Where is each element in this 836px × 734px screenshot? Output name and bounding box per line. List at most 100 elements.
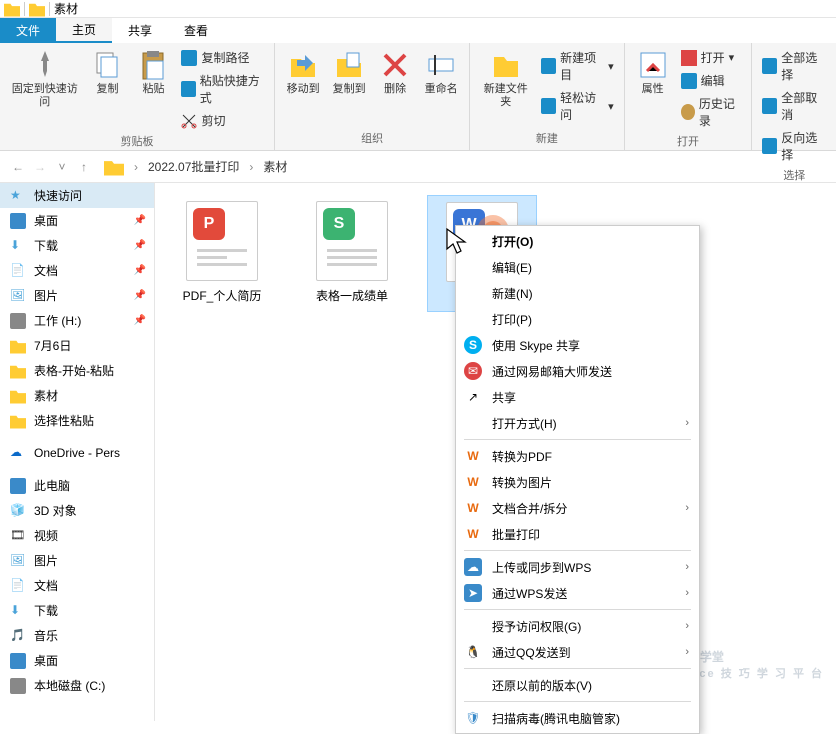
ctx-netease-send[interactable]: ✉通过网易邮箱大师发送 xyxy=(456,358,699,384)
ctx-restore-previous[interactable]: 还原以前的版本(V) xyxy=(456,672,699,698)
ctx-new[interactable]: 新建(N) xyxy=(456,280,699,306)
ribbon-group-clipboard: 固定到快速访问 复制 粘贴 复制路径 粘贴快捷方式 剪切 剪贴板 xyxy=(0,43,275,150)
pin-icon: 📌 xyxy=(134,315,146,326)
sidebar-item-folder[interactable]: 表格-开始-粘贴 xyxy=(0,358,154,383)
navigation-pane: ★ 快速访问 桌面📌 ⬇下载📌 📄文档📌 🖼图片📌 工作 (H:)📌 7月6日 … xyxy=(0,183,155,721)
ribbon-tabs: 文件 主页 共享 查看 xyxy=(0,18,836,43)
easyaccess-icon xyxy=(541,98,556,114)
wps-icon: W xyxy=(464,473,482,491)
recent-dropdown[interactable]: ˅ xyxy=(52,160,72,174)
ctx-to-image[interactable]: W转换为图片 xyxy=(456,469,699,495)
select-all-button[interactable]: 全部选择 xyxy=(760,47,828,85)
sidebar-item-desktop[interactable]: 桌面 xyxy=(0,648,154,673)
sidebar-item-pictures[interactable]: 🖼图片📌 xyxy=(0,283,154,308)
edit-button[interactable]: 编辑 xyxy=(679,70,744,91)
wps-icon: W xyxy=(464,525,482,543)
tab-view[interactable]: 查看 xyxy=(168,18,224,43)
history-button[interactable]: 历史记录 xyxy=(679,93,744,131)
sidebar-item-work-h[interactable]: 工作 (H:)📌 xyxy=(0,308,154,333)
ribbon-group-select: 全部选择 全部取消 反向选择 选择 xyxy=(752,43,836,150)
sidebar-item-folder[interactable]: 素材 xyxy=(0,383,154,408)
new-folder-button[interactable]: 新建文件夹 xyxy=(478,47,533,111)
new-item-button[interactable]: 新建项目 ▾ xyxy=(539,47,615,85)
copy-button[interactable]: 复制 xyxy=(87,47,127,98)
group-label-clipboard: 剪贴板 xyxy=(8,131,266,149)
sidebar-item-folder[interactable]: 选择性粘贴 xyxy=(0,408,154,433)
drive-icon xyxy=(10,678,26,694)
sidebar-item-localdisk-c[interactable]: 本地磁盘 (C:) xyxy=(0,673,154,698)
ctx-open[interactable]: 打开(O) xyxy=(456,228,699,254)
rename-icon xyxy=(425,49,457,81)
video-icon: 🎞 xyxy=(10,528,26,544)
tab-share[interactable]: 共享 xyxy=(112,18,168,43)
tab-home[interactable]: 主页 xyxy=(56,18,112,43)
ctx-virus-scan[interactable]: 🛡扫描病毒(腾讯电脑管家) xyxy=(456,705,699,731)
chevron-right-icon: › xyxy=(685,646,689,658)
sidebar-item-pictures[interactable]: 🖼图片 xyxy=(0,548,154,573)
rename-button[interactable]: 重命名 xyxy=(421,47,461,98)
netease-icon: ✉ xyxy=(464,362,482,380)
ctx-merge-split[interactable]: W文档合并/拆分› xyxy=(456,495,699,521)
newitem-icon xyxy=(541,58,556,74)
pin-icon xyxy=(29,49,61,81)
sidebar-item-documents[interactable]: 📄文档📌 xyxy=(0,258,154,283)
address-bar: ← → ˅ ↑ › 2022.07批量打印 › 素材 xyxy=(0,151,836,183)
open-button[interactable]: 打开 ▾ xyxy=(679,47,744,68)
paste-button[interactable]: 粘贴 xyxy=(133,47,173,98)
easy-access-button[interactable]: 轻松访问 ▾ xyxy=(539,87,615,125)
up-button[interactable]: ↑ xyxy=(74,160,94,174)
sidebar-item-downloads[interactable]: ⬇下载 xyxy=(0,598,154,623)
ctx-edit[interactable]: 编辑(E) xyxy=(456,254,699,280)
forward-button[interactable]: → xyxy=(30,160,50,174)
downloads-icon: ⬇ xyxy=(10,238,26,254)
ctx-print[interactable]: 打印(P) xyxy=(456,306,699,332)
file-label: PDF_个人简历 xyxy=(183,287,262,304)
group-label-open: 打开 xyxy=(633,131,744,149)
sidebar-item-videos[interactable]: 🎞视频 xyxy=(0,523,154,548)
pin-icon: 📌 xyxy=(134,290,146,301)
folder-icon xyxy=(4,1,20,17)
select-none-button[interactable]: 全部取消 xyxy=(760,87,828,125)
ctx-grant-access[interactable]: 授予访问权限(G)› xyxy=(456,613,699,639)
delete-button[interactable]: 删除 xyxy=(375,47,415,98)
properties-button[interactable]: 属性 xyxy=(633,47,673,98)
file-pdf-resume[interactable]: P PDF_个人简历 xyxy=(167,195,277,310)
ctx-qq-send[interactable]: 🐧通过QQ发送到› xyxy=(456,639,699,665)
separator xyxy=(464,550,691,551)
ctx-to-pdf[interactable]: W转换为PDF xyxy=(456,443,699,469)
sidebar-item-downloads[interactable]: ⬇下载📌 xyxy=(0,233,154,258)
sidebar-onedrive[interactable]: ☁OneDrive - Pers xyxy=(0,441,154,465)
sidebar-quick-access[interactable]: ★ 快速访问 xyxy=(0,183,154,208)
sidebar-item-desktop[interactable]: 桌面📌 xyxy=(0,208,154,233)
sidebar-this-pc[interactable]: 此电脑 xyxy=(0,473,154,498)
file-spreadsheet[interactable]: S 表格一成绩单 xyxy=(297,195,407,310)
ctx-batch-print[interactable]: W批量打印 xyxy=(456,521,699,547)
file-list[interactable]: P PDF_个人简历 S 表格一成绩单 W 文字_个 打开(O) 编辑(E) 新… xyxy=(155,183,836,721)
paste-shortcut-button[interactable]: 粘贴快捷方式 xyxy=(179,70,266,108)
shortcut-icon xyxy=(181,81,195,97)
back-button[interactable]: ← xyxy=(8,160,28,174)
ctx-share[interactable]: ↗共享 xyxy=(456,384,699,410)
copy-path-button[interactable]: 复制路径 xyxy=(179,47,266,68)
ctx-open-with[interactable]: 打开方式(H)› xyxy=(456,410,699,436)
breadcrumb-current[interactable]: 素材 xyxy=(263,158,287,175)
copy-icon xyxy=(91,49,123,81)
ctx-skype-share[interactable]: S使用 Skype 共享 xyxy=(456,332,699,358)
ctx-upload-wps[interactable]: ☁上传或同步到WPS› xyxy=(456,554,699,580)
context-menu: 打开(O) 编辑(E) 新建(N) 打印(P) S使用 Skype 共享 ✉通过… xyxy=(455,225,700,734)
pin-to-quick-access-button[interactable]: 固定到快速访问 xyxy=(8,47,81,111)
tab-file[interactable]: 文件 xyxy=(0,18,56,43)
folder-icon xyxy=(10,338,26,354)
cut-button[interactable]: 剪切 xyxy=(179,110,266,131)
move-to-button[interactable]: 移动到 xyxy=(283,47,323,98)
sidebar-item-documents[interactable]: 📄文档 xyxy=(0,573,154,598)
ctx-send-wps[interactable]: ➤通过WPS发送› xyxy=(456,580,699,606)
group-label-select: 选择 xyxy=(760,165,828,183)
breadcrumb-parent[interactable]: 2022.07批量打印 xyxy=(148,158,239,175)
sidebar-item-music[interactable]: 🎵音乐 xyxy=(0,623,154,648)
wps-icon: W xyxy=(464,499,482,517)
sidebar-item-folder[interactable]: 7月6日 xyxy=(0,333,154,358)
copy-to-button[interactable]: 复制到 xyxy=(329,47,369,98)
sidebar-item-3d[interactable]: 🧊3D 对象 xyxy=(0,498,154,523)
invert-selection-button[interactable]: 反向选择 xyxy=(760,127,828,165)
